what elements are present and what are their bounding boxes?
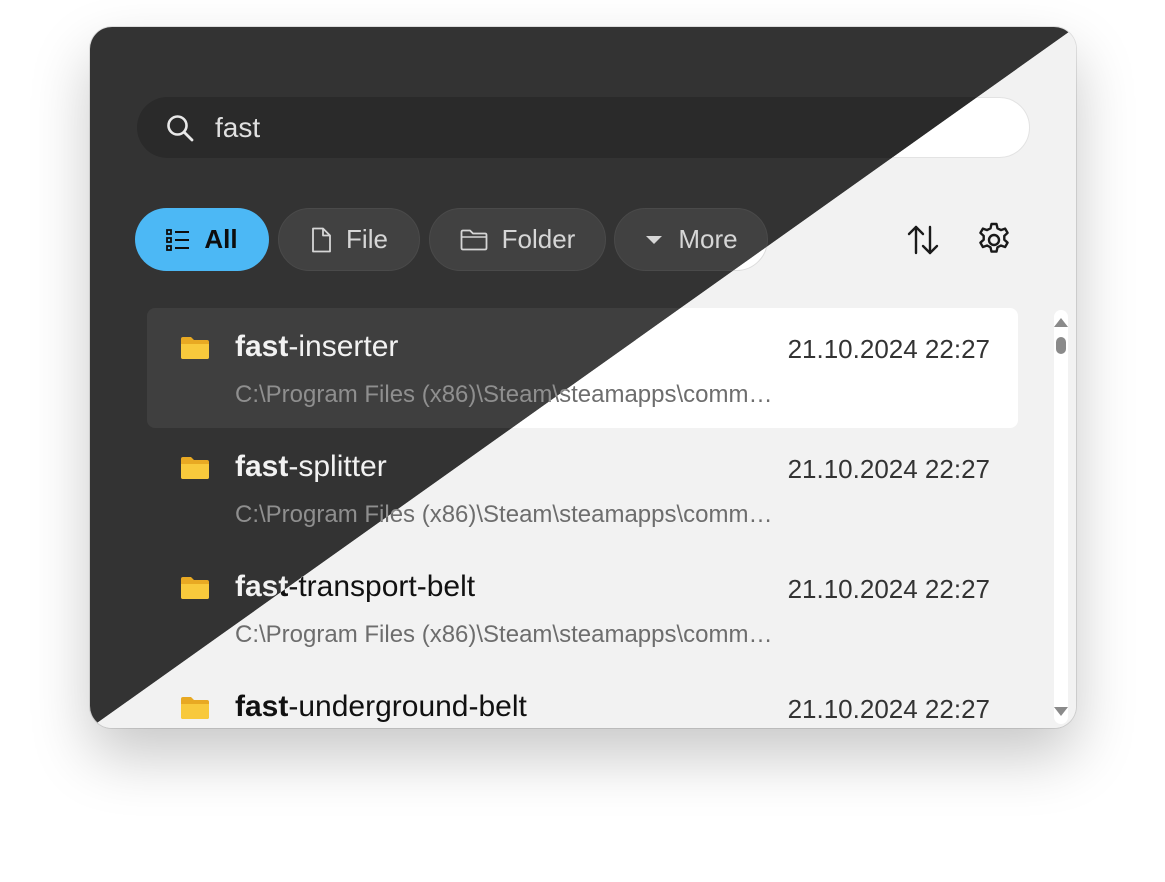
search-bar[interactable]: fast xyxy=(137,97,1030,158)
list-icon xyxy=(166,228,190,251)
scroll-up-icon[interactable] xyxy=(1053,316,1069,328)
search-icon xyxy=(167,115,194,142)
result-name: fast-inserter xyxy=(235,330,399,363)
scrollbar-thumb[interactable] xyxy=(1056,337,1066,354)
scrollbar-track[interactable] xyxy=(1054,310,1068,724)
filter-all-label: All xyxy=(204,224,238,254)
result-name: fast-underground-belt xyxy=(235,690,527,723)
filter-all-button[interactable]: All xyxy=(135,208,269,271)
filter-file-button[interactable]: File xyxy=(278,208,420,271)
scroll-down-icon[interactable] xyxy=(1053,706,1069,718)
folder-outline-icon xyxy=(460,229,488,250)
result-name: fast-splitter xyxy=(235,450,387,483)
result-date: 21.10.2024 22:27 xyxy=(787,694,990,724)
filter-folder-button[interactable]: Folder xyxy=(429,208,606,271)
folder-icon xyxy=(181,457,209,479)
results-scrollbar[interactable] xyxy=(1050,310,1072,724)
folder-icon xyxy=(181,337,209,359)
search-window: fast All File Folder More fast-inserter … xyxy=(90,27,1076,728)
result-date: 21.10.2024 22:27 xyxy=(787,574,990,604)
result-date: 21.10.2024 22:27 xyxy=(787,454,990,484)
filter-file-label: File xyxy=(346,224,388,254)
result-path: C:\Program Files (x86)\Steam\steamapps\c… xyxy=(235,621,775,648)
folder-icon xyxy=(181,577,209,599)
caret-down-icon xyxy=(646,235,663,244)
result-date: 21.10.2024 22:27 xyxy=(787,334,990,364)
result-row[interactable]: fast-underground-belt 21.10.2024 22:27 xyxy=(147,668,1018,728)
folder-icon xyxy=(181,697,209,719)
filter-more-button[interactable]: More xyxy=(614,208,768,271)
search-input[interactable]: fast xyxy=(215,97,260,158)
sort-arrows-icon[interactable] xyxy=(904,221,942,259)
filter-more-label: More xyxy=(678,224,738,254)
gear-icon[interactable] xyxy=(975,221,1013,259)
file-icon xyxy=(312,227,331,252)
filter-folder-label: Folder xyxy=(501,224,576,254)
